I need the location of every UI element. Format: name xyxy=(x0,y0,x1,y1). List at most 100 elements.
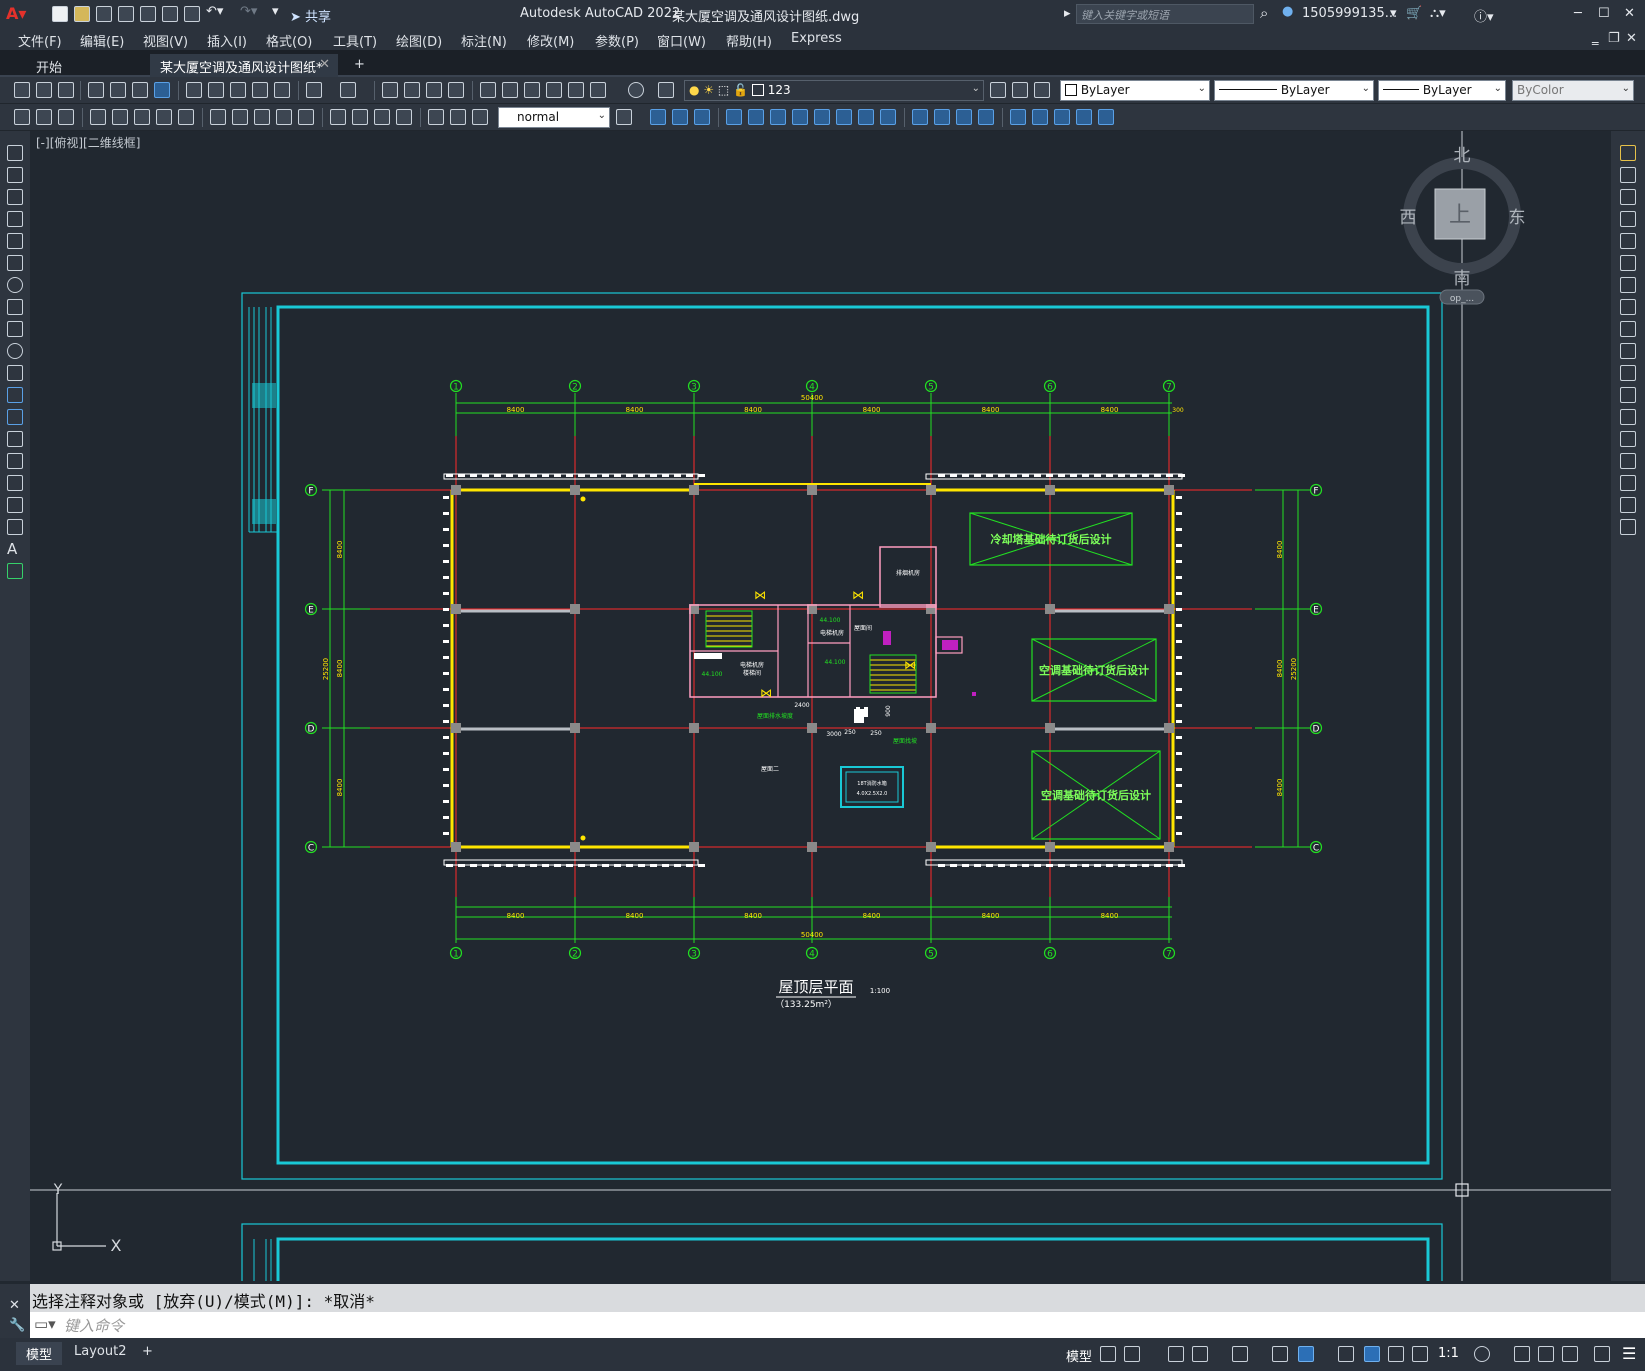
zoom-window-icon[interactable] xyxy=(426,82,442,98)
maximize-button[interactable]: ☐ xyxy=(1598,6,1610,21)
make-current-icon[interactable] xyxy=(990,82,1006,98)
help-icon[interactable] xyxy=(628,82,644,98)
tab-layout2[interactable]: Layout2 xyxy=(64,1342,136,1361)
command-line-grip[interactable]: ✕ 🔧 xyxy=(0,1284,30,1338)
close-command-icon[interactable]: ✕ xyxy=(9,1298,20,1313)
cart-icon[interactable]: 🛒 xyxy=(1406,6,1422,21)
zoom-realtime-icon[interactable] xyxy=(404,82,420,98)
menu-format[interactable]: 格式(O) xyxy=(266,31,312,50)
menu-view[interactable]: 视图(V) xyxy=(143,31,188,50)
isodraft-icon[interactable] xyxy=(1232,1346,1248,1362)
table-icon[interactable] xyxy=(7,519,23,535)
move-faces-icon[interactable] xyxy=(748,109,764,125)
command-prompt-icon[interactable]: ▭▾ xyxy=(34,1315,56,1333)
color-dropdown[interactable]: ByLayer ⌄ xyxy=(1060,80,1210,101)
copy-icon[interactable] xyxy=(208,82,224,98)
copy-faces-icon[interactable] xyxy=(858,109,874,125)
export-icon[interactable] xyxy=(162,6,178,22)
menu-dimension[interactable]: 标注(N) xyxy=(461,31,507,50)
copy-object-icon[interactable] xyxy=(1620,167,1636,183)
polar-icon[interactable] xyxy=(1192,1346,1208,1362)
extend-icon[interactable] xyxy=(1620,365,1636,381)
customize-status-icon[interactable]: ☰ xyxy=(1622,1344,1636,1363)
compass-south[interactable]: 南 xyxy=(1454,269,1471,289)
menu-insert[interactable]: 插入(I) xyxy=(207,31,247,50)
customize-command-icon[interactable]: 🔧 xyxy=(9,1318,25,1333)
paste-icon[interactable] xyxy=(230,82,246,98)
annotation-monitor-icon[interactable] xyxy=(1514,1346,1530,1362)
trim-icon[interactable] xyxy=(1620,343,1636,359)
plot-preview-icon[interactable] xyxy=(110,82,126,98)
extract-edges-icon[interactable] xyxy=(1076,109,1092,125)
join-icon[interactable] xyxy=(1620,431,1636,447)
menu-draw[interactable]: 绘图(D) xyxy=(396,31,442,50)
stretch-icon[interactable] xyxy=(1620,321,1636,337)
rotate-icon[interactable] xyxy=(1620,277,1636,293)
plot-icon[interactable] xyxy=(184,6,200,22)
shell-icon[interactable] xyxy=(978,109,994,125)
radius-dim-icon[interactable] xyxy=(112,109,128,125)
offset-icon[interactable] xyxy=(1620,211,1636,227)
markup-icon[interactable] xyxy=(568,82,584,98)
ellipse-icon[interactable] xyxy=(7,343,23,359)
open-file-icon[interactable] xyxy=(74,6,90,22)
compass-north[interactable]: 北 xyxy=(1454,146,1471,166)
array-icon[interactable] xyxy=(1620,233,1636,249)
menu-express[interactable]: Express xyxy=(791,31,842,46)
layer-state-icon[interactable] xyxy=(1034,82,1050,98)
pan-icon[interactable] xyxy=(382,82,398,98)
zoom-previous-icon[interactable] xyxy=(448,82,464,98)
move-icon[interactable] xyxy=(1620,255,1636,271)
share-button[interactable]: ➤ 共享 xyxy=(290,6,331,25)
undo-icon[interactable]: ↶▾ xyxy=(206,4,223,19)
insert-block-icon[interactable] xyxy=(7,387,23,403)
open-icon[interactable] xyxy=(36,82,52,98)
dim-space-icon[interactable] xyxy=(276,109,292,125)
taper-faces-icon[interactable] xyxy=(836,109,852,125)
erase-icon[interactable] xyxy=(1620,145,1636,161)
explode-icon[interactable] xyxy=(1620,519,1636,535)
plotstyle-dropdown[interactable]: ByColor ⌄ xyxy=(1512,80,1634,101)
model-space-button[interactable]: 模型 xyxy=(1066,1346,1092,1365)
match-properties-icon[interactable] xyxy=(252,82,268,98)
doc-minimize-icon[interactable]: ‗ xyxy=(1592,31,1599,46)
tab-start[interactable]: 开始 xyxy=(26,54,72,77)
search-expand-icon[interactable]: ▸ xyxy=(1064,6,1071,21)
menu-window[interactable]: 窗口(W) xyxy=(657,31,706,50)
dim-style-icon[interactable] xyxy=(616,109,632,125)
tab-document[interactable]: 某大厦空调及通风设计图纸* ✕ xyxy=(150,54,338,77)
copy-edges-icon[interactable] xyxy=(1032,109,1048,125)
user-account[interactable]: 1505999135... xyxy=(1302,6,1397,21)
subtract-icon[interactable] xyxy=(672,109,688,125)
redo-icon[interactable]: ↷▾ xyxy=(240,4,257,19)
polygon-icon[interactable] xyxy=(7,211,23,227)
arc-length-icon[interactable] xyxy=(58,109,74,125)
tab-model[interactable]: 模型 xyxy=(16,1342,63,1365)
save-as-icon[interactable] xyxy=(118,6,134,22)
menu-edit[interactable]: 编辑(E) xyxy=(80,31,124,50)
close-button[interactable]: ✕ xyxy=(1624,6,1635,21)
fillet-icon[interactable] xyxy=(1620,475,1636,491)
block-editor-icon[interactable] xyxy=(274,82,290,98)
dimstyle-dropdown[interactable]: normal ⌄ xyxy=(498,107,610,128)
clean-screen-icon[interactable] xyxy=(1594,1346,1610,1362)
search-icon[interactable]: ⌕ xyxy=(1260,4,1268,22)
spline-icon[interactable] xyxy=(7,321,23,337)
minimize-button[interactable]: ─ xyxy=(1574,6,1582,21)
check-icon[interactable] xyxy=(1010,109,1026,125)
save-icon[interactable] xyxy=(58,82,74,98)
user-icon[interactable]: ● xyxy=(1282,4,1293,19)
linetype-dropdown[interactable]: ByLayer ⌄ xyxy=(1214,80,1374,101)
intersect-icon[interactable] xyxy=(694,109,710,125)
doc-restore-icon[interactable]: ❐ xyxy=(1608,31,1620,46)
lineweight-dropdown[interactable]: ByLayer ⌄ xyxy=(1378,80,1506,101)
publish-icon[interactable] xyxy=(132,82,148,98)
qnew-icon[interactable] xyxy=(14,82,30,98)
inspection-icon[interactable] xyxy=(374,109,390,125)
layer-dropdown[interactable]: ● ☀ ⬚ 🔓 123 ⌄ xyxy=(684,80,984,101)
hatch-icon[interactable] xyxy=(7,453,23,469)
circle-icon[interactable] xyxy=(7,277,23,293)
blend-curves-icon[interactable] xyxy=(1620,497,1636,513)
clean-icon[interactable] xyxy=(934,109,950,125)
aligned-dim-icon[interactable] xyxy=(36,109,52,125)
